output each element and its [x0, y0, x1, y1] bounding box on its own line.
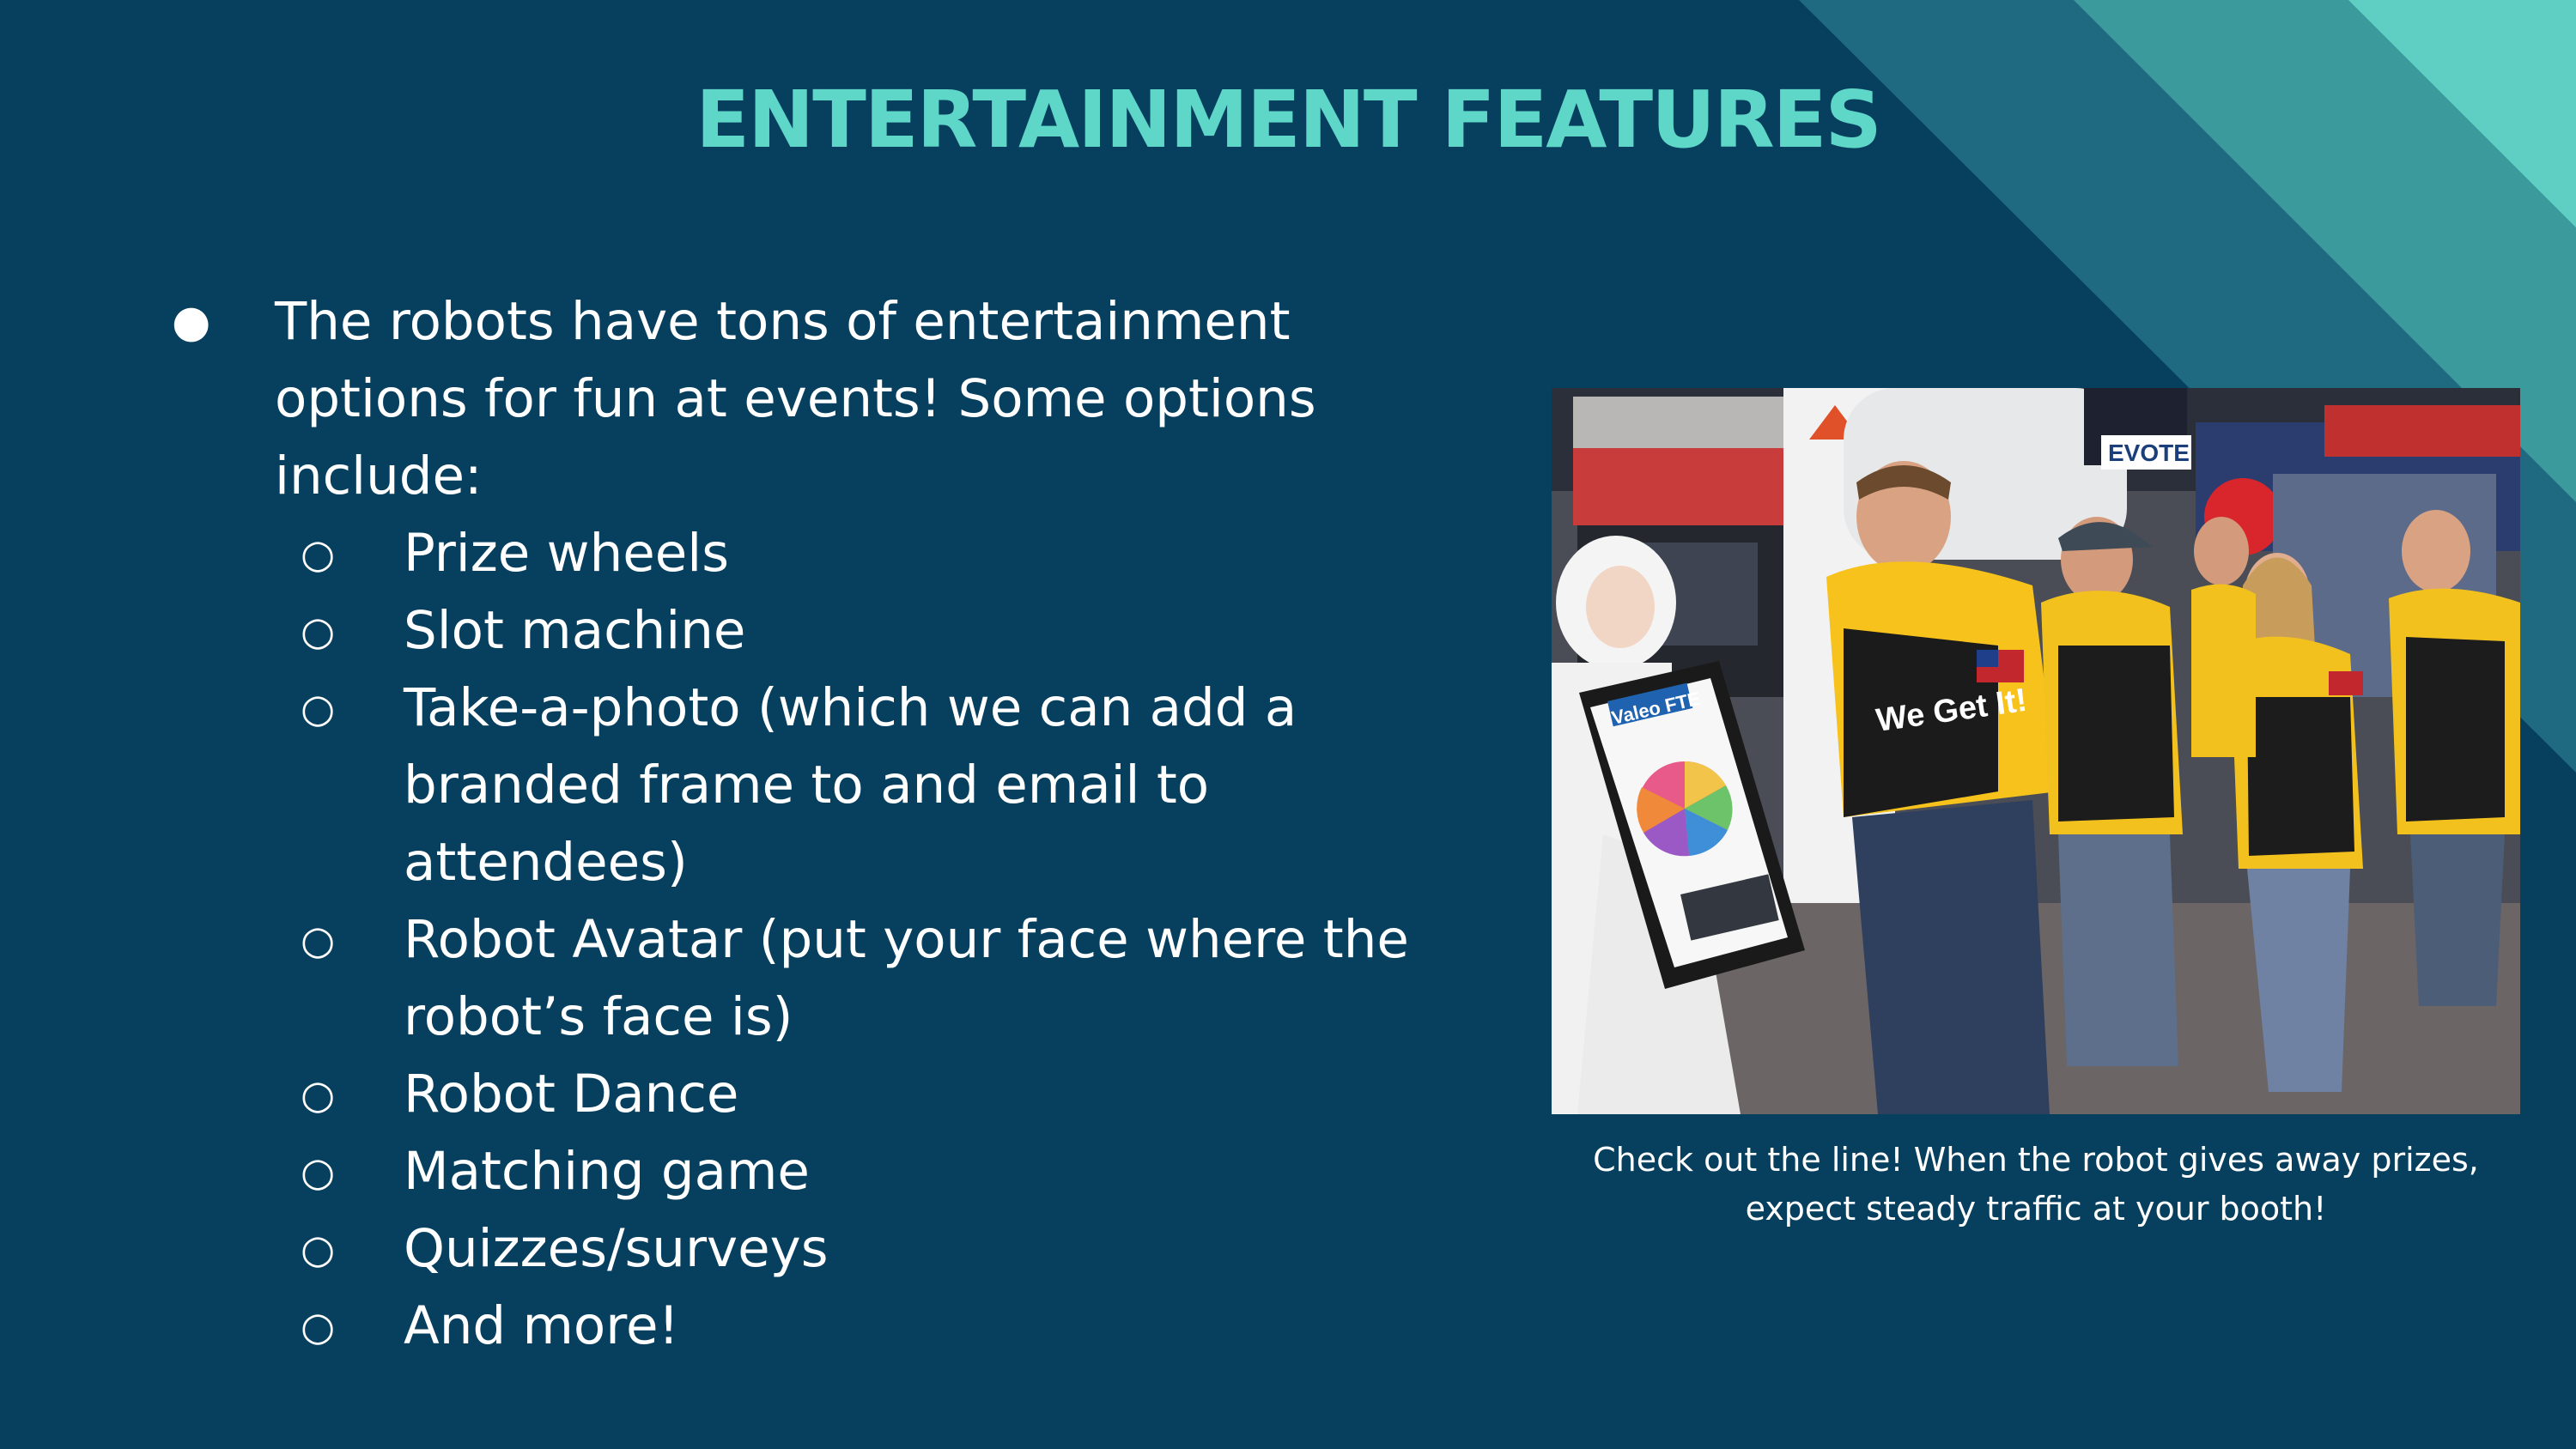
hollow-bullet-icon: ○ — [301, 1149, 336, 1195]
hollow-bullet-icon: ○ — [301, 917, 336, 963]
list-item: ○ Prize wheels — [163, 515, 1451, 592]
options-list: ○ Prize wheels ○ Slot machine ○ Take-a-phot… — [163, 515, 1451, 1365]
intro-text: The robots have tons of entertainment op… — [275, 291, 1316, 506]
list-item: ○ Slot machine — [163, 592, 1451, 670]
hollow-bullet-icon: ○ — [301, 608, 336, 654]
list-item: ○ Robot Avatar (put your face where the r… — [163, 901, 1451, 1056]
list-item: ○ Matching game — [163, 1133, 1451, 1210]
slide: ENTERTAINMENT FEATURES ● The robots have… — [0, 0, 2576, 1449]
filled-bullet-icon: ● — [172, 296, 211, 348]
intro-bullet: ● The robots have tons of entertainment … — [163, 283, 1451, 515]
list-item: ○ Quizzes/surveys — [163, 1210, 1451, 1288]
hollow-bullet-icon: ○ — [301, 685, 336, 731]
slide-title: ENTERTAINMENT FEATURES — [696, 74, 1882, 166]
hollow-bullet-icon: ○ — [301, 530, 336, 577]
hollow-bullet-icon: ○ — [301, 1071, 336, 1118]
bullet-content: ● The robots have tons of entertainment … — [163, 283, 1451, 1365]
visitor-middle — [2191, 517, 2256, 757]
event-photo: EVOTE Valeo FTE We Get It! — [1552, 388, 2520, 1114]
hollow-bullet-icon: ○ — [301, 1226, 336, 1272]
list-item: ○ Take-a-photo (which we can add a brande… — [163, 670, 1451, 901]
booth-sign-text: EVOTE — [2108, 440, 2190, 466]
list-item: ○ And more! — [163, 1288, 1451, 1365]
photo-caption: Check out the line! When the robot gives… — [1593, 1141, 2479, 1228]
list-item: ○ Robot Dance — [163, 1056, 1451, 1133]
hollow-bullet-icon: ○ — [301, 1303, 336, 1349]
